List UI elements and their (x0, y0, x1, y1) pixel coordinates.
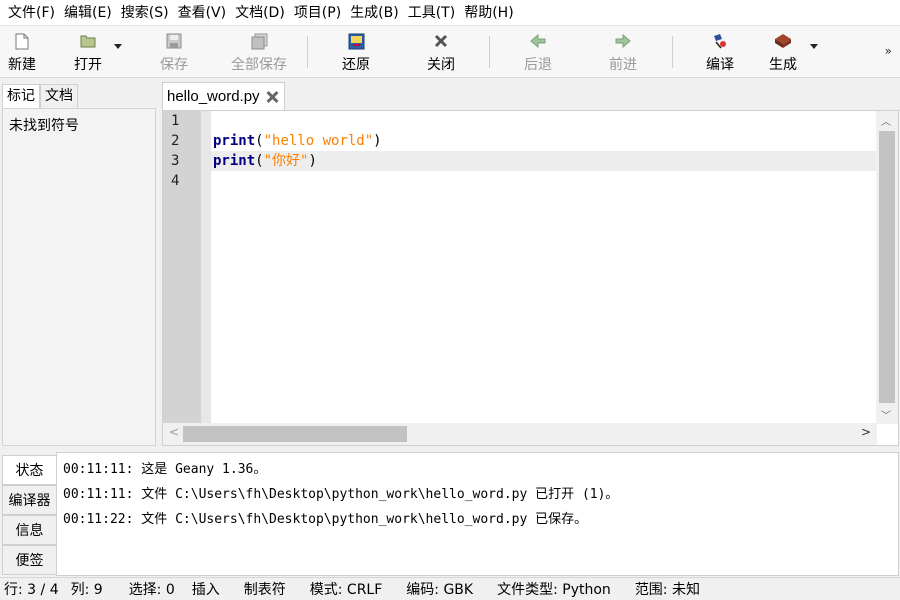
horizontal-scrollbar[interactable]: < > (163, 423, 877, 445)
code-text-area[interactable]: print("hello world") print("你好") (211, 111, 877, 424)
sidebar-tabs: 标记 文档 (2, 84, 78, 108)
menu-project[interactable]: 项目(P) (290, 0, 345, 26)
forward-arrow-icon (614, 32, 632, 50)
compile-button[interactable]: 编译 (704, 30, 736, 74)
status-bar: 行: 3 / 4 列: 9 选择: 0 插入 制表符 模式: CRLF 编码: … (0, 577, 900, 600)
editor-tabs: hello_word.py (162, 82, 285, 110)
horizontal-scroll-thumb[interactable] (183, 426, 407, 442)
tab-documents[interactable]: 文档 (40, 84, 78, 108)
close-button[interactable]: 关闭 (425, 30, 457, 74)
build-brick-icon (774, 32, 792, 50)
status-filetype: 文件类型: Python (497, 582, 611, 598)
menu-file[interactable]: 文件(F) (4, 0, 59, 26)
menu-tools[interactable]: 工具(T) (404, 0, 459, 26)
status-line: 行: 3 / 4 (4, 582, 59, 598)
log-line: 00:11:11: 文件 C:\Users\fh\Desktop\python_… (63, 487, 619, 502)
menu-view[interactable]: 查看(V) (174, 0, 231, 26)
symbols-panel: 未找到符号 (2, 108, 156, 446)
menu-bar: 文件(F) 编辑(E) 搜索(S) 查看(V) 文档(D) 项目(P) 生成(B… (0, 0, 900, 26)
tab-filename: hello_word.py (167, 88, 260, 105)
tab-symbols[interactable]: 标记 (2, 84, 40, 108)
revert-icon (347, 32, 365, 50)
line-number: 3 (171, 153, 180, 169)
line-number: 2 (171, 133, 180, 149)
toolbar-separator (307, 36, 308, 68)
line-number-gutter: 1 2 3 4 (163, 111, 201, 424)
new-file-icon (13, 32, 31, 50)
status-selection: 选择: 0 (128, 582, 175, 598)
save-button[interactable]: 保存 (158, 30, 190, 74)
status-indent-type: 制表符 (243, 582, 286, 598)
code-line-current: print("你好") (211, 151, 877, 171)
log-line: 00:11:22: 文件 C:\Users\fh\Desktop\python_… (63, 512, 588, 527)
fold-margin (201, 111, 211, 424)
tab-status[interactable]: 状态 (2, 455, 56, 485)
tab-compiler[interactable]: 编译器 (2, 485, 56, 515)
status-log-panel: 00:11:11: 这是 Geany 1.36。 00:11:11: 文件 C:… (56, 452, 899, 576)
revert-button[interactable]: 还原 (340, 30, 372, 74)
sidebar: 标记 文档 未找到符号 (0, 80, 158, 446)
new-button[interactable]: 新建 (6, 30, 38, 74)
menu-search[interactable]: 搜索(S) (117, 0, 173, 26)
status-column: 列: 9 (70, 582, 103, 598)
toolbar-separator (489, 36, 490, 68)
tab-hello-word-py[interactable]: hello_word.py (162, 82, 285, 110)
close-x-icon (432, 32, 450, 50)
tab-messages[interactable]: 信息 (2, 515, 56, 545)
menu-build[interactable]: 生成(B) (346, 0, 403, 26)
scroll-down-icon[interactable]: ﹀ (881, 407, 891, 422)
build-button[interactable]: 生成 (767, 30, 799, 74)
line-number: 4 (171, 173, 180, 189)
line-number: 1 (171, 113, 180, 129)
forward-button[interactable]: 前进 (607, 30, 639, 74)
vertical-scroll-thumb[interactable] (879, 131, 895, 403)
back-button[interactable]: 后退 (522, 30, 554, 74)
scroll-up-icon[interactable]: ︿ (881, 113, 891, 128)
open-folder-icon (79, 32, 97, 50)
status-line-endings: 模式: CRLF (309, 582, 383, 598)
toolbar-overflow-icon[interactable]: » (885, 44, 892, 58)
menu-help[interactable]: 帮助(H) (460, 0, 517, 26)
tab-scribble[interactable]: 便签 (2, 545, 56, 575)
back-arrow-icon (529, 32, 547, 50)
log-line: 00:11:11: 这是 Geany 1.36。 (63, 462, 267, 477)
menu-edit[interactable]: 编辑(E) (60, 0, 116, 26)
code-line: print("hello world") (213, 133, 382, 149)
message-tabs: 状态 编译器 信息 便签 (2, 455, 56, 575)
vertical-scrollbar[interactable]: ︿ ﹀ (876, 111, 898, 424)
toolbar: 新建 打开 保存 全部保存 还原 关闭 后退 前进 编译 生成 » (0, 26, 900, 78)
save-disk-icon (165, 32, 183, 50)
code-editor[interactable]: 1 2 3 4 print("hello world") print("你好")… (162, 110, 899, 446)
toolbar-separator (672, 36, 673, 68)
open-dropdown-icon[interactable] (114, 44, 122, 49)
save-all-button[interactable]: 全部保存 (229, 30, 289, 74)
scroll-left-icon[interactable]: < (169, 425, 179, 439)
status-encoding: 编码: GBK (406, 582, 474, 598)
status-insert-mode: 插入 (191, 582, 220, 598)
no-symbols-message: 未找到符号 (9, 118, 79, 134)
build-dropdown-icon[interactable] (810, 44, 818, 49)
save-all-icon (250, 32, 268, 50)
compile-icon (711, 32, 729, 50)
status-scope: 范围: 未知 (634, 582, 700, 598)
scroll-right-icon[interactable]: > (861, 425, 871, 439)
close-tab-icon[interactable] (266, 91, 278, 103)
open-button[interactable]: 打开 (72, 30, 104, 74)
menu-document[interactable]: 文档(D) (231, 0, 289, 26)
